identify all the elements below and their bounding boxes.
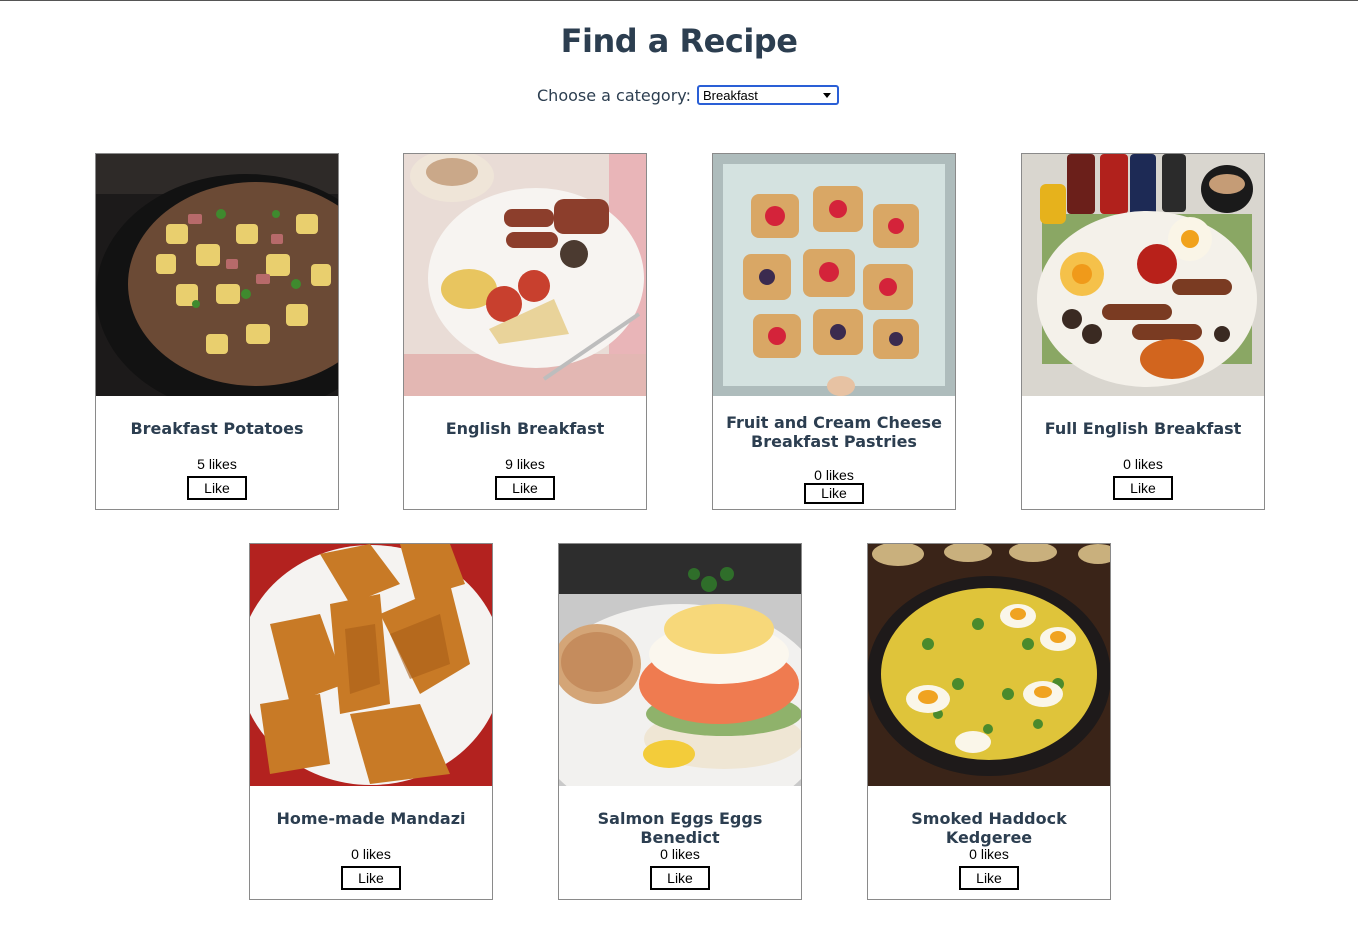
recipe-card: Smoked Haddock Kedgeree 0 likes Like	[867, 543, 1111, 900]
likes-count: 0 likes	[814, 467, 854, 483]
recipe-title: Fruit and Cream Cheese Breakfast Pastrie…	[726, 413, 942, 451]
recipe-card: Home-made Mandazi 0 likes Like	[249, 543, 493, 900]
recipe-photo	[868, 544, 1110, 786]
recipe-card: English Breakfast 9 likes Like	[403, 153, 647, 510]
likes-count: 0 likes	[969, 846, 1009, 862]
recipe-photo	[404, 154, 646, 396]
likes-count: 0 likes	[1123, 456, 1163, 472]
likes-count: 0 likes	[351, 846, 391, 862]
recipe-photo	[559, 544, 801, 786]
recipe-title: English Breakfast	[445, 419, 605, 438]
recipe-card: Fruit and Cream Cheese Breakfast Pastrie…	[712, 153, 956, 510]
likes-count: 9 likes	[505, 456, 545, 472]
recipe-title: Full English Breakfast	[1044, 419, 1242, 438]
like-button[interactable]: Like	[341, 866, 401, 890]
like-button[interactable]: Like	[495, 476, 555, 500]
like-button[interactable]: Like	[650, 866, 710, 890]
recipe-title: Salmon Eggs Eggs Benedict	[597, 809, 763, 847]
recipe-info: Salmon Eggs Eggs Benedict 0 likes Like	[559, 787, 801, 899]
recipe-photo	[96, 154, 338, 396]
recipe-info: Full English Breakfast 0 likes Like	[1022, 397, 1264, 509]
recipe-card: Full English Breakfast 0 likes Like	[1021, 153, 1265, 510]
category-label: Choose a category:	[537, 85, 691, 105]
page-title: Find a Recipe	[560, 22, 798, 60]
recipe-info: Fruit and Cream Cheese Breakfast Pastrie…	[713, 397, 955, 509]
recipe-title: Home-made Mandazi	[276, 809, 466, 828]
recipe-title: Breakfast Potatoes	[130, 419, 304, 438]
category-select[interactable]: Breakfast	[696, 85, 839, 105]
like-button[interactable]: Like	[804, 483, 864, 504]
recipe-photo	[713, 154, 955, 396]
recipe-photo	[1022, 154, 1264, 396]
likes-count: 5 likes	[197, 456, 237, 472]
like-button[interactable]: Like	[187, 476, 247, 500]
like-button[interactable]: Like	[1113, 476, 1173, 500]
recipe-info: Home-made Mandazi 0 likes Like	[250, 787, 492, 899]
recipe-title: Smoked Haddock Kedgeree	[911, 809, 1067, 847]
likes-count: 0 likes	[660, 846, 700, 862]
recipe-info: Breakfast Potatoes 5 likes Like	[96, 397, 338, 509]
like-button[interactable]: Like	[959, 866, 1019, 890]
recipe-card: Breakfast Potatoes 5 likes Like	[95, 153, 339, 510]
recipe-photo	[250, 544, 492, 786]
top-border	[0, 0, 1358, 1]
recipe-info: English Breakfast 9 likes Like	[404, 397, 646, 509]
category-filter: Choose a category: Breakfast	[537, 84, 839, 106]
chevron-down-icon	[822, 92, 831, 98]
recipe-info: Smoked Haddock Kedgeree 0 likes Like	[868, 787, 1110, 899]
category-selected-value: Breakfast	[702, 87, 758, 103]
recipe-card: Salmon Eggs Eggs Benedict 0 likes Like	[558, 543, 802, 900]
